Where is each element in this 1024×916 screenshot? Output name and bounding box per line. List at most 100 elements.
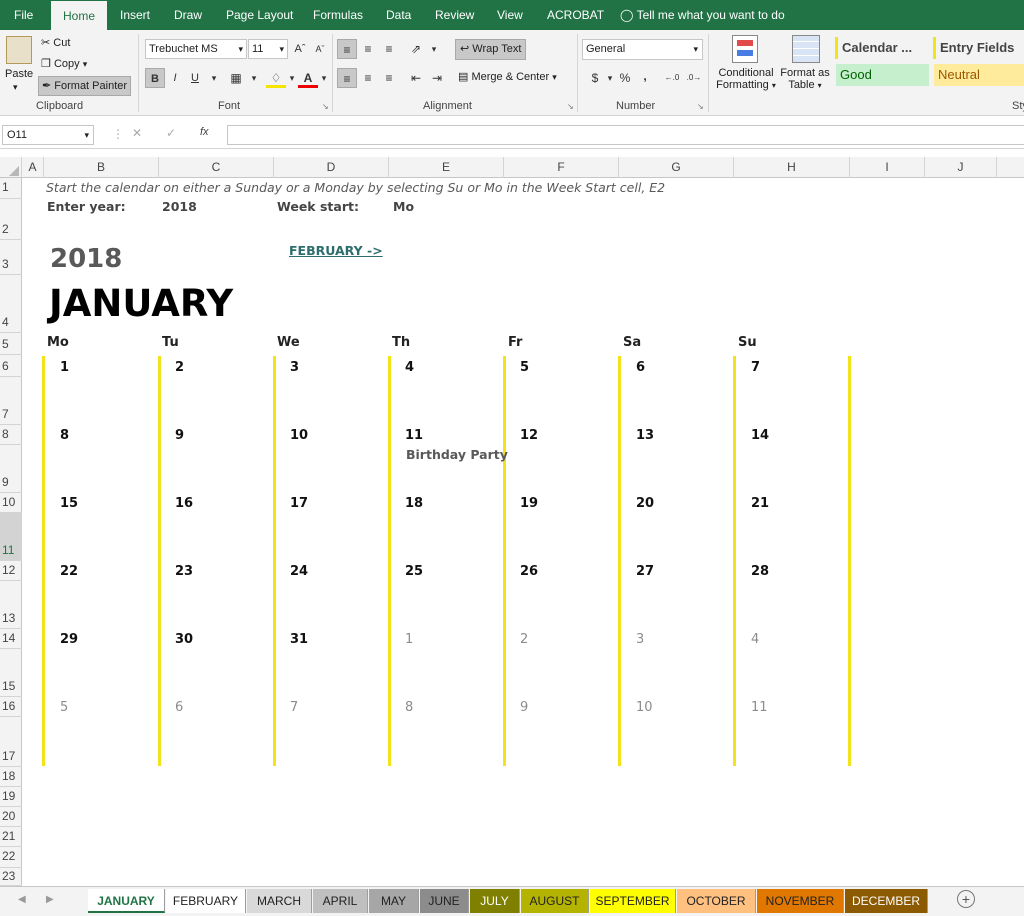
paste-button[interactable]: Paste	[5, 68, 33, 80]
column-header[interactable]: E	[389, 157, 504, 178]
format-as-table-button[interactable]: Format asTable ▾	[779, 67, 831, 91]
sheet-tab-october[interactable]: OCTOBER	[677, 889, 756, 913]
style-good[interactable]: Good	[836, 64, 929, 86]
name-box[interactable]: O11▾	[2, 125, 94, 145]
wrap-text-button[interactable]: ↩ Wrap Text	[455, 39, 526, 60]
row-header[interactable]: 21	[0, 827, 22, 847]
copy-button[interactable]: ❐ Copy ▾	[41, 57, 87, 70]
format-painter-button[interactable]: ✒ Format Painter	[38, 76, 131, 96]
sheet-tab-december[interactable]: DECEMBER	[845, 889, 928, 913]
merge-center-button[interactable]: ▤ Merge & Center ▾	[458, 70, 557, 83]
sheet-tab-february[interactable]: FEBRUARY	[166, 889, 246, 913]
row-header[interactable]: 7	[0, 377, 22, 425]
bold-button[interactable]: B	[145, 68, 165, 88]
row-header[interactable]: 14	[0, 629, 22, 649]
insert-function-icon[interactable]: fx	[200, 126, 209, 138]
sheet-tab-march[interactable]: MARCH	[247, 889, 312, 913]
sheet-tab-january[interactable]: JANUARY	[88, 889, 165, 913]
style-calendar[interactable]: Calendar ...	[835, 37, 929, 59]
scroll-right-icon[interactable]: ▶	[46, 894, 54, 905]
row-header[interactable]: 1	[0, 178, 22, 199]
column-header[interactable]: J	[925, 157, 997, 178]
column-header[interactable]: F	[504, 157, 619, 178]
add-sheet-icon[interactable]: +	[957, 890, 975, 908]
increase-decimal-icon[interactable]: ←.0	[662, 68, 682, 88]
row-header[interactable]: 2	[0, 199, 22, 240]
tab-view[interactable]: View	[485, 0, 535, 30]
tab-acrobat[interactable]: ACROBAT	[535, 0, 616, 30]
tab-home[interactable]: Home	[51, 1, 107, 30]
row-header[interactable]: 13	[0, 581, 22, 629]
tab-page-layout[interactable]: Page Layout	[214, 0, 305, 30]
style-entry-fields[interactable]: Entry Fields	[933, 37, 1024, 59]
row-header[interactable]: 4	[0, 275, 22, 333]
conditional-formatting-button[interactable]: ConditionalFormatting ▾	[716, 67, 776, 91]
tab-review[interactable]: Review	[423, 0, 486, 30]
tab-formulas[interactable]: Formulas	[301, 0, 375, 30]
dialog-launcher-icon[interactable]: ↘	[322, 102, 329, 111]
increase-font-icon[interactable]: Aˆ	[290, 39, 310, 59]
borders-icon[interactable]: ▦	[226, 68, 246, 88]
tab-draw[interactable]: Draw	[162, 0, 214, 30]
column-header[interactable]: H	[734, 157, 850, 178]
paste-icon[interactable]	[6, 36, 32, 64]
row-header[interactable]: 22	[0, 847, 22, 868]
chevron-down-icon[interactable]: ▾	[244, 68, 264, 88]
row-header[interactable]: 6	[0, 355, 22, 377]
row-header[interactable]: 5	[0, 333, 22, 355]
row-header[interactable]: 18	[0, 767, 22, 787]
check-icon[interactable]: ✓	[166, 126, 176, 140]
style-neutral[interactable]: Neutral	[934, 64, 1024, 86]
decrease-indent-icon[interactable]: ⇤	[406, 68, 426, 88]
percent-button[interactable]: %	[615, 68, 635, 88]
row-header[interactable]: 17	[0, 717, 22, 767]
row-header[interactable]: 19	[0, 787, 22, 807]
cancel-icon[interactable]: ✕	[132, 126, 142, 140]
sheet-tab-april[interactable]: APRIL	[313, 889, 368, 913]
column-header[interactable]: B	[44, 157, 159, 178]
orientation-icon[interactable]: ⇗	[406, 39, 426, 59]
tab-file[interactable]: File	[2, 0, 45, 30]
year-input[interactable]: 2018	[162, 199, 197, 214]
row-header[interactable]: 10	[0, 493, 22, 513]
worksheet[interactable]: Start the calendar on either a Sunday or…	[22, 178, 1024, 886]
column-header[interactable]: D	[274, 157, 389, 178]
italic-button[interactable]: I	[165, 68, 185, 88]
chevron-down-icon[interactable]: ▾	[314, 68, 334, 88]
select-all-corner[interactable]	[0, 157, 22, 178]
increase-indent-icon[interactable]: ⇥	[427, 68, 447, 88]
scroll-left-icon[interactable]: ◀	[18, 894, 26, 905]
chevron-down-icon[interactable]: ▾	[424, 39, 444, 59]
column-header[interactable]: C	[159, 157, 274, 178]
format-as-table-icon[interactable]	[792, 35, 820, 63]
column-header[interactable]: A	[22, 157, 44, 178]
row-header[interactable]: 8	[0, 425, 22, 445]
sheet-tab-august[interactable]: AUGUST	[521, 889, 589, 913]
row-header[interactable]: 16	[0, 697, 22, 717]
decrease-decimal-icon[interactable]: .0→	[684, 68, 704, 88]
conditional-formatting-icon[interactable]	[732, 35, 758, 63]
align-bottom-icon[interactable]: ≡	[379, 39, 399, 59]
align-middle-icon[interactable]: ≡	[358, 39, 378, 59]
font-name-select[interactable]: Trebuchet MS▾	[145, 39, 247, 59]
sheet-tab-november[interactable]: NOVEMBER	[757, 889, 844, 913]
tab-insert[interactable]: Insert	[108, 0, 162, 30]
sheet-tab-may[interactable]: MAY	[369, 889, 419, 913]
next-month-link[interactable]: FEBRUARY ->	[289, 243, 383, 258]
column-header[interactable]: G	[619, 157, 734, 178]
font-size-select[interactable]: 11▾	[248, 39, 288, 59]
cut-button[interactable]: ✂ Cut	[41, 36, 70, 49]
align-center-icon[interactable]: ≡	[358, 68, 378, 88]
row-header[interactable]: 3	[0, 240, 22, 275]
decrease-font-icon[interactable]: Aˇ	[310, 39, 330, 59]
tell-me-search[interactable]: ◯ Tell me what you want to do	[620, 0, 785, 30]
week-start-input[interactable]: Mo	[393, 199, 414, 214]
tab-data[interactable]: Data	[374, 0, 423, 30]
formula-input[interactable]	[227, 125, 1024, 145]
dialog-launcher-icon[interactable]: ↘	[567, 102, 574, 111]
chevron-down-icon[interactable]: ▾	[204, 68, 224, 88]
dialog-launcher-icon[interactable]: ↘	[697, 102, 704, 111]
column-header[interactable]: I	[850, 157, 925, 178]
row-header[interactable]: 20	[0, 807, 22, 827]
align-right-icon[interactable]: ≡	[379, 68, 399, 88]
